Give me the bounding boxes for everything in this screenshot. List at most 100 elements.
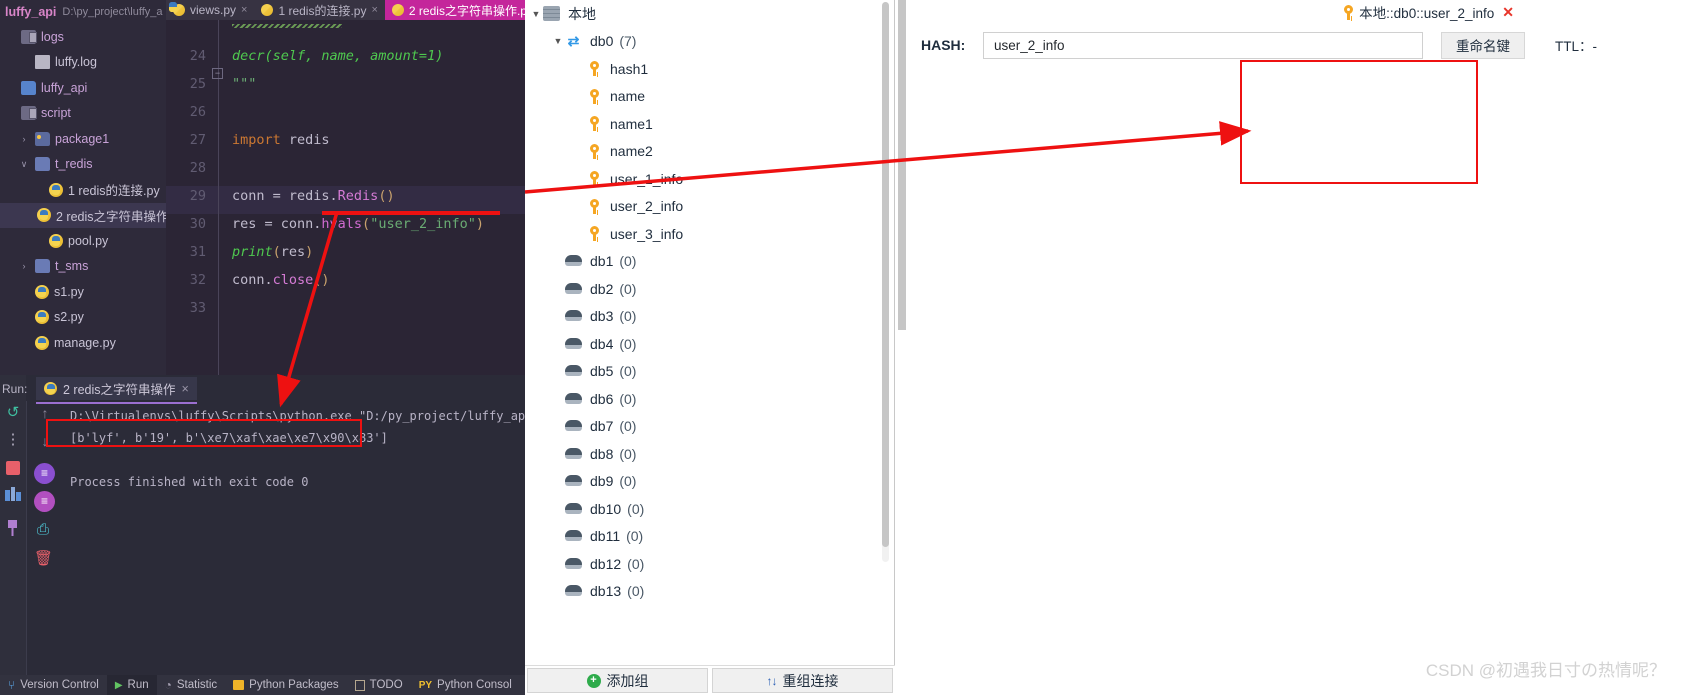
status-version-control[interactable]: ⑂ Version Control xyxy=(0,675,107,695)
project-tree-item[interactable]: › t_sms xyxy=(0,254,166,280)
key-detail-panel: 本地::db0::user_2_info ✕ HASH: user_2_info… xyxy=(895,0,1692,695)
status-todo[interactable]: TODO xyxy=(347,675,411,695)
redis-tree-scrollbar[interactable] xyxy=(882,2,889,562)
layout-icon[interactable] xyxy=(5,487,21,501)
redis-tree-item[interactable]: db4 (0) xyxy=(525,330,894,358)
db-icon xyxy=(565,585,582,597)
project-tree-item[interactable]: luffy.log xyxy=(0,50,166,76)
redis-key-tree-panel[interactable]: ▼ 本地 ▼ ⇄ db0 (7) hash1 name name1 name2 user_1_inf… xyxy=(525,0,895,695)
regroup-connection-button[interactable]: ↑↓ 重组连接 xyxy=(712,668,893,693)
status-run[interactable]: ▶ Run xyxy=(106,675,157,695)
redis-tree-item-count: (0) xyxy=(627,500,645,517)
close-icon[interactable]: × xyxy=(182,382,189,396)
redis-tree-item[interactable]: db12 (0) xyxy=(525,550,894,578)
redis-tree-item[interactable]: name xyxy=(525,83,894,111)
project-tree-item-label: script xyxy=(41,106,71,121)
hash-key-input[interactable]: user_2_info xyxy=(983,31,1423,59)
tab-redis-connect[interactable]: 1 redis的连接.py × xyxy=(254,0,384,20)
line-number: 28 xyxy=(189,160,206,176)
project-tree-item[interactable]: logs xyxy=(0,24,166,50)
redis-tree-item[interactable]: db6 (0) xyxy=(525,385,894,413)
redis-tree-item-label: name2 xyxy=(610,143,653,160)
project-tree-item[interactable]: s2.py xyxy=(0,305,166,331)
close-icon[interactable]: × xyxy=(241,4,247,16)
redis-tree-item[interactable]: db1 (0) xyxy=(525,248,894,276)
console-line: [b'lyf', b'19', b'\xe7\xaf\xae\xe7\x90\x… xyxy=(70,431,388,445)
redis-tree-item[interactable]: db11 (0) xyxy=(525,523,894,551)
redis-tree-item[interactable]: user_2_info xyxy=(525,193,894,221)
redis-tree-item[interactable]: user_1_info xyxy=(525,165,894,193)
rename-key-button[interactable]: 重命名键 xyxy=(1441,31,1525,59)
redis-tree-item-label: user_3_info xyxy=(610,225,684,242)
scroll-down-icon[interactable]: ↓ xyxy=(36,433,54,451)
add-group-button[interactable]: + 添加组 xyxy=(527,668,708,693)
project-tree-item[interactable]: luffy_api xyxy=(0,75,166,101)
project-tree-item[interactable]: manage.py xyxy=(0,330,166,356)
project-tree-item[interactable]: script xyxy=(0,101,166,127)
redis-tree-item[interactable]: db13 (0) xyxy=(525,578,894,606)
project-tree-item[interactable]: › package1 xyxy=(0,126,166,152)
detail-scrollbar[interactable] xyxy=(898,0,906,330)
status-python-console[interactable]: PY Python Consol xyxy=(411,675,520,695)
scroll-to-end-icon[interactable]: ≡ xyxy=(34,491,55,512)
tab-views-py[interactable]: views.py × xyxy=(166,0,254,20)
redis-tree-item-count: (0) xyxy=(619,280,637,297)
expand-arrow-icon[interactable]: ▼ xyxy=(529,9,543,19)
close-icon[interactable]: × xyxy=(371,4,377,16)
soft-wrap-icon[interactable]: ≡ xyxy=(34,463,55,484)
code-editor[interactable]: − 24 25 26 27 28 29 30 31 32 33 decr(sel… xyxy=(166,20,525,375)
redis-tree-item[interactable]: db10 (0) xyxy=(525,495,894,523)
project-tree-item[interactable]: ∨ t_redis xyxy=(0,152,166,178)
redis-tree-item[interactable]: name1 xyxy=(525,110,894,138)
close-icon[interactable]: ✕ xyxy=(1502,4,1514,21)
redis-tree-item[interactable]: hash1 xyxy=(525,55,894,83)
db-icon xyxy=(565,420,582,432)
package-icon xyxy=(233,680,245,690)
rerun-icon[interactable]: ↺ xyxy=(4,403,22,421)
line-number: 31 xyxy=(189,244,206,260)
stop-icon[interactable] xyxy=(6,461,20,475)
status-statistic[interactable]: ◔ Statistic xyxy=(157,675,226,695)
sort-arrows-icon: ↑↓ xyxy=(766,673,778,688)
clear-all-icon[interactable]: 🗑 xyxy=(34,549,53,567)
run-tab[interactable]: 2 redis之字符串操作 × xyxy=(36,377,197,404)
run-label: Run: xyxy=(2,382,28,396)
project-tree-item[interactable]: s1.py xyxy=(0,279,166,305)
redis-tree-item[interactable]: db5 (0) xyxy=(525,358,894,386)
tab-redis-string-ops[interactable]: 2 redis之字符串操作.py × xyxy=(384,0,525,20)
redis-tree-item[interactable]: db8 (0) xyxy=(525,440,894,468)
fold-toggle-icon[interactable]: − xyxy=(212,68,223,79)
expand-arrow-icon[interactable]: ▼ xyxy=(551,36,565,46)
project-tree-item[interactable]: 2 redis之字符串操作.py xyxy=(0,202,185,228)
redis-tree-item[interactable]: ▼ ⇄ db0 (7) xyxy=(525,28,894,56)
status-python-packages[interactable]: Python Packages xyxy=(225,675,347,695)
redis-tree-item-count: (0) xyxy=(619,253,637,270)
redis-tree-item[interactable]: user_3_info xyxy=(525,220,894,248)
redis-tree-item[interactable]: db3 (0) xyxy=(525,303,894,331)
print-icon[interactable]: ⎙ xyxy=(34,521,52,539)
expand-arrow-icon[interactable]: › xyxy=(18,261,30,271)
console-line: D:\Virtualenvs\luffy\Scripts\python.exe … xyxy=(70,409,525,423)
redis-tree-item[interactable]: name2 xyxy=(525,138,894,166)
tab-label: 1 redis的连接.py xyxy=(278,3,367,18)
project-root-row[interactable]: luffy_api D:\py_project\luffy_a xyxy=(0,0,166,24)
ttl-label: TTL：- xyxy=(1555,39,1597,54)
more-options-icon[interactable]: ⋮ xyxy=(4,430,22,448)
expand-arrow-icon[interactable]: › xyxy=(18,134,30,144)
line-number: 25 xyxy=(189,76,206,92)
scroll-up-icon[interactable]: ↑ xyxy=(36,405,54,423)
project-tree-item[interactable]: pool.py xyxy=(0,228,166,254)
run-console-output[interactable]: D:\Virtualenvs\luffy\Scripts\python.exe … xyxy=(62,401,525,675)
redis-tree-item[interactable]: db2 (0) xyxy=(525,275,894,303)
project-tree-item[interactable]: 1 redis的连接.py xyxy=(0,177,166,203)
redis-tree-item[interactable]: ▼ 本地 xyxy=(525,0,894,28)
redis-tree-item[interactable]: db9 (0) xyxy=(525,468,894,496)
scrollbar-thumb[interactable] xyxy=(898,0,906,330)
redis-tree-item-label: db7 xyxy=(590,418,614,435)
redis-tree-item[interactable]: db7 (0) xyxy=(525,413,894,441)
scrollbar-thumb[interactable] xyxy=(882,2,889,547)
run-tab-label: 2 redis之字符串操作 xyxy=(63,383,176,397)
redis-tree-item-label: hash1 xyxy=(610,60,649,77)
pin-icon[interactable] xyxy=(6,520,24,538)
expand-arrow-icon[interactable]: ∨ xyxy=(18,159,30,170)
